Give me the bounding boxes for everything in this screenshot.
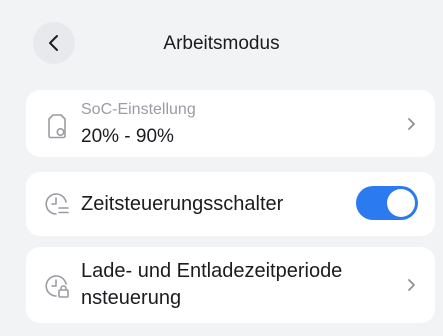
- soc-setting-value: 20% - 90%: [81, 126, 174, 147]
- charge-period-label: Lade- und Entladezeitperiode nsteuerung: [81, 260, 343, 309]
- clock-lock-icon: [45, 275, 69, 298]
- time-control-switch-row: Zeitsteuerungsschalter: [26, 172, 435, 236]
- charge-period-row[interactable]: Lade- und Entladezeitperiode nsteuerung: [26, 247, 435, 323]
- soc-setting-row[interactable]: SoC-Einstellung 20% - 90%: [26, 90, 435, 157]
- clock-switch-icon: [45, 193, 69, 215]
- soc-setting-label: SoC-Einstellung: [81, 101, 196, 118]
- time-control-toggle[interactable]: [356, 186, 418, 220]
- app-screen: Arbeitsmodus SoC-Einstellung 20% - 90% Z…: [0, 0, 443, 336]
- header: Arbeitsmodus: [0, 0, 443, 90]
- battery-cycle-icon: [48, 114, 66, 139]
- chevron-right-icon: [408, 118, 415, 130]
- page-title: Arbeitsmodus: [163, 33, 280, 54]
- time-control-switch-label: Zeitsteuerungsschalter: [81, 193, 284, 215]
- toggle-knob: [387, 189, 415, 217]
- chevron-right-icon: [408, 279, 415, 291]
